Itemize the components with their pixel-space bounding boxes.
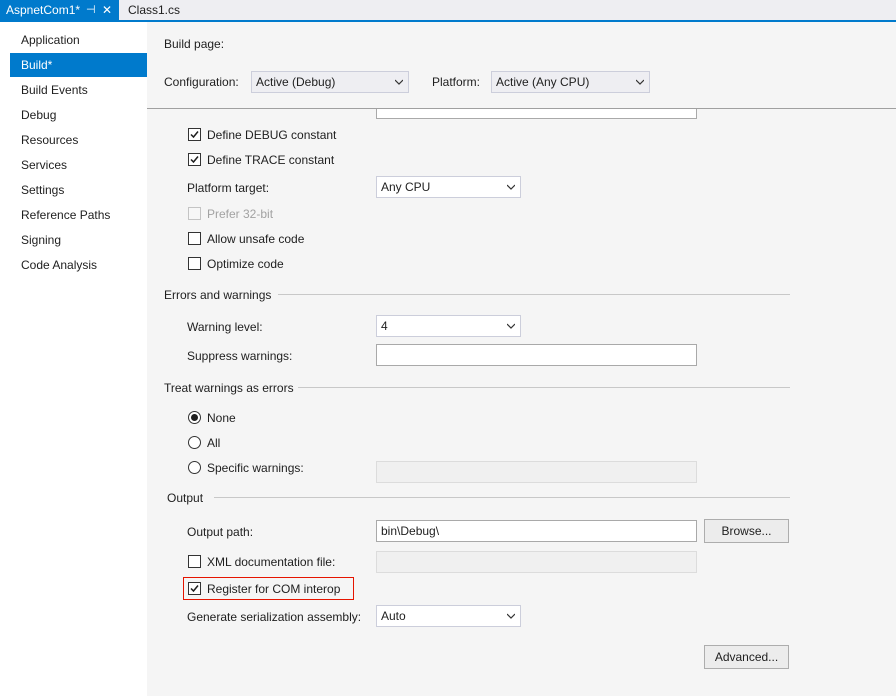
nav-item-build[interactable]: Build* xyxy=(10,53,153,77)
nav-item-label: Application xyxy=(21,33,80,47)
xml-doc-input[interactable] xyxy=(376,551,697,573)
specific-warnings-label: Specific warnings: xyxy=(207,461,304,475)
chevron-down-icon xyxy=(507,323,515,329)
nav-item-label: Services xyxy=(21,158,68,172)
chevron-down-icon xyxy=(636,79,644,85)
nav-item-debug[interactable]: Debug xyxy=(10,103,147,127)
tab-class1-cs[interactable]: Class1.cs xyxy=(122,0,192,20)
configuration-value: Active (Debug) xyxy=(256,75,336,89)
build-page-content: Build page: Configuration: Active (Debug… xyxy=(147,22,896,696)
close-icon[interactable]: ✕ xyxy=(102,0,112,20)
chevron-down-icon xyxy=(395,79,403,85)
nav-item-build-events[interactable]: Build Events xyxy=(10,78,147,102)
nav-item-code-analysis[interactable]: Code Analysis xyxy=(10,253,147,277)
platform-label: Platform: xyxy=(432,75,481,89)
nav-item-label: Debug xyxy=(21,108,57,122)
chevron-down-icon xyxy=(507,613,515,619)
document-tab-bar: AspnetCom1* ⊣ ✕ Class1.cs xyxy=(0,0,896,22)
nav-item-label: Build Events xyxy=(21,83,88,97)
platform-dropdown[interactable]: Active (Any CPU) xyxy=(491,71,650,93)
allow-unsafe-label: Allow unsafe code xyxy=(207,232,305,246)
xml-doc-label: XML documentation file: xyxy=(207,555,336,569)
register-com-checkbox[interactable] xyxy=(188,582,201,595)
tab-label: Class1.cs xyxy=(128,3,181,17)
serialization-dropdown[interactable]: Auto xyxy=(376,605,521,627)
optimize-code-label: Optimize code xyxy=(207,257,284,271)
section-divider xyxy=(278,294,790,295)
conditional-symbols-textbox[interactable] xyxy=(376,109,697,119)
define-debug-checkbox[interactable] xyxy=(188,128,201,141)
checkmark-icon xyxy=(190,585,199,593)
nav-item-label: Build* xyxy=(21,58,53,72)
suppress-warnings-label: Suppress warnings: xyxy=(187,349,293,363)
tab-aspnetcom1[interactable]: AspnetCom1* ⊣ ✕ xyxy=(0,0,119,20)
warning-level-label: Warning level: xyxy=(187,320,263,334)
nav-item-settings[interactable]: Settings xyxy=(10,178,147,202)
advanced-button[interactable]: Advanced... xyxy=(704,645,789,669)
output-heading: Output xyxy=(167,491,204,505)
specific-warnings-radio[interactable] xyxy=(188,461,201,474)
prefer-32bit-label: Prefer 32-bit xyxy=(207,207,274,221)
nav-item-label: Code Analysis xyxy=(21,258,98,272)
serialization-label: Generate serialization assembly: xyxy=(187,610,362,624)
configuration-dropdown[interactable]: Active (Debug) xyxy=(251,71,409,93)
nav-item-label: Reference Paths xyxy=(21,208,111,222)
section-divider xyxy=(298,387,790,388)
serialization-value: Auto xyxy=(381,609,406,623)
xml-doc-checkbox[interactable] xyxy=(188,555,201,568)
define-trace-checkbox[interactable] xyxy=(188,153,201,166)
tab-label: AspnetCom1* xyxy=(6,3,81,17)
page-title: Build page: xyxy=(164,37,225,51)
nav-item-resources[interactable]: Resources xyxy=(10,128,147,152)
none-radio-label: None xyxy=(207,411,236,425)
pin-icon[interactable]: ⊣ xyxy=(86,0,96,20)
define-trace-label: Define TRACE constant xyxy=(207,153,335,167)
platform-target-dropdown[interactable]: Any CPU xyxy=(376,176,521,198)
none-radio[interactable] xyxy=(188,411,201,424)
warning-level-dropdown[interactable]: 4 xyxy=(376,315,521,337)
nav-item-label: Settings xyxy=(21,183,65,197)
errors-warnings-heading: Errors and warnings xyxy=(164,288,272,302)
register-com-label: Register for COM interop xyxy=(207,582,341,596)
treat-warnings-heading: Treat warnings as errors xyxy=(164,381,294,395)
suppress-warnings-input[interactable] xyxy=(376,344,697,366)
platform-target-label: Platform target: xyxy=(187,181,270,195)
project-properties-nav: Application Build* Build Events Debug Re… xyxy=(0,22,153,696)
platform-target-value: Any CPU xyxy=(381,180,431,194)
nav-item-application[interactable]: Application xyxy=(10,28,147,52)
radio-selected-dot xyxy=(191,414,198,421)
nav-item-label: Resources xyxy=(21,133,79,147)
checkmark-icon xyxy=(190,131,199,139)
platform-value: Active (Any CPU) xyxy=(496,75,590,89)
warning-level-value: 4 xyxy=(381,319,388,333)
optimize-code-checkbox[interactable] xyxy=(188,257,201,270)
chevron-down-icon xyxy=(507,184,515,190)
prefer-32bit-checkbox[interactable] xyxy=(188,207,201,220)
all-radio-label: All xyxy=(207,436,221,450)
nav-item-services[interactable]: Services xyxy=(10,153,147,177)
nav-item-label: Signing xyxy=(21,233,62,247)
all-radio[interactable] xyxy=(188,436,201,449)
specific-warnings-input[interactable] xyxy=(376,461,697,483)
output-path-label: Output path: xyxy=(187,525,254,539)
nav-item-reference-paths[interactable]: Reference Paths xyxy=(10,203,147,227)
checkmark-icon xyxy=(190,156,199,164)
browse-button[interactable]: Browse... xyxy=(704,519,789,543)
configuration-label: Configuration: xyxy=(164,75,239,89)
output-path-input[interactable]: bin\Debug\ xyxy=(376,520,697,542)
define-debug-label: Define DEBUG constant xyxy=(207,128,337,142)
allow-unsafe-checkbox[interactable] xyxy=(188,232,201,245)
section-divider xyxy=(214,497,790,498)
nav-item-signing[interactable]: Signing xyxy=(10,228,147,252)
